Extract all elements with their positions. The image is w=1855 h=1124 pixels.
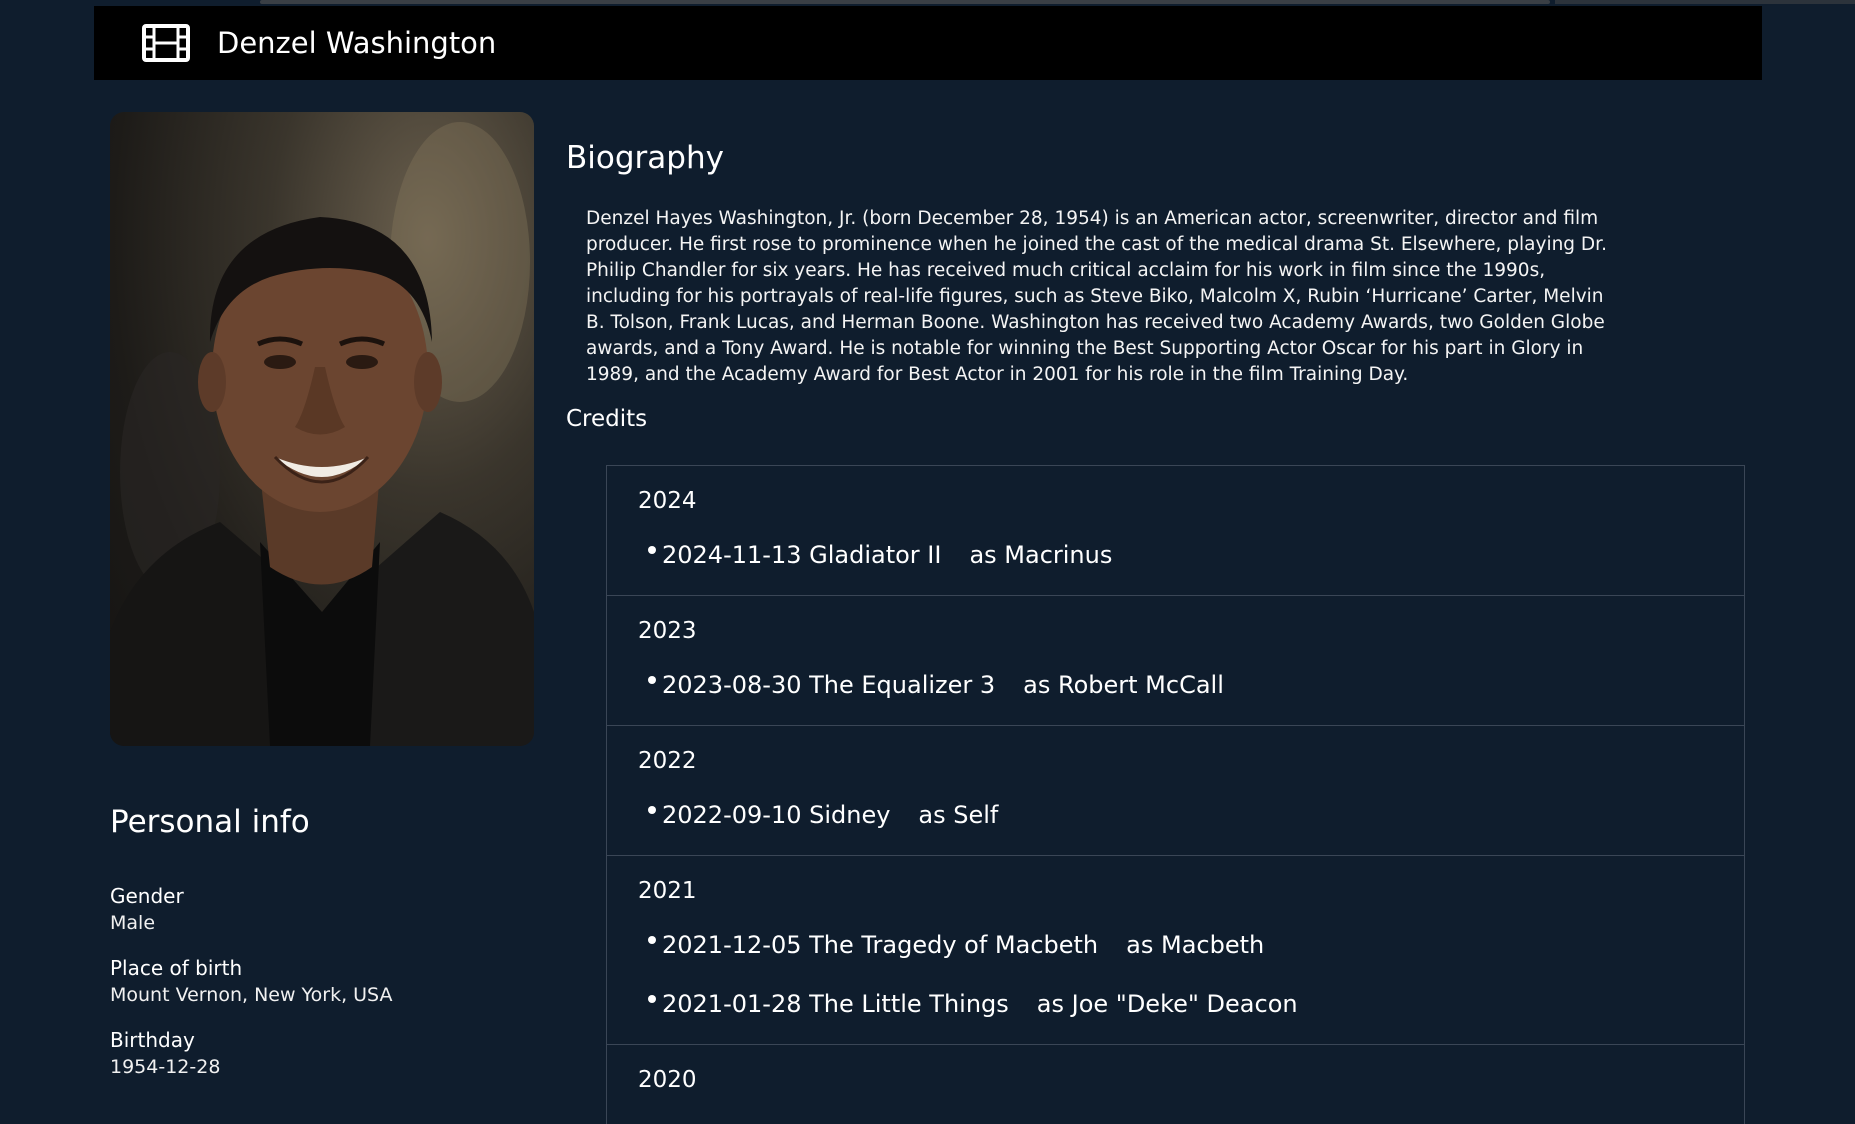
credit-role: as Joe "Deke" Deacon [1036,989,1298,1018]
credits-year-group: 2021 2021-12-05 The Tragedy of Macbeth a… [606,855,1745,1044]
film-icon[interactable] [142,24,190,62]
year-label: 2021 [638,878,697,904]
credit-title[interactable]: 2022-09-10 Sidney [662,801,890,829]
credit-item[interactable]: 2024-11-13 Gladiator II as Macrinus [638,536,1744,573]
credit-title[interactable]: 2021-12-05 The Tragedy of Macbeth [662,931,1098,959]
credit-role: as Self [918,800,999,829]
main-content: Biography Denzel Hayes Washington, Jr. (… [566,140,1746,1124]
info-birthday: Birthday 1954-12-28 [110,1028,535,1078]
credits-year-group: 2024 2024-11-13 Gladiator II as Macrinus [606,465,1745,595]
sidebar: Personal info Gender Male Place of birth… [110,112,535,1100]
horizontal-scrollbar[interactable] [260,0,1550,4]
credits-list: 2024 2024-11-13 Gladiator II as Macrinus… [606,465,1745,1124]
bullet-icon [648,994,656,1003]
scrollbar-track [1555,0,1855,4]
biography-heading: Biography [566,140,724,176]
window-top-bar [0,0,1855,5]
credit-role: as Macrinus [969,540,1113,569]
credits-year-group: 2020 [606,1044,1745,1124]
personal-info-list: Gender Male Place of birth Mount Vernon,… [110,884,535,1078]
credits-heading: Credits [566,406,648,432]
info-label: Gender [110,884,184,908]
bullet-icon [648,935,656,944]
credit-item[interactable]: 2021-12-05 The Tragedy of Macbeth as Mac… [638,926,1744,963]
site-title[interactable]: Denzel Washington [217,26,496,60]
bullet-icon [648,805,656,814]
info-value: 1954-12-28 [110,1056,221,1078]
credit-title[interactable]: 2024-11-13 Gladiator II [662,541,941,569]
bullet-icon [648,545,656,554]
credit-item[interactable]: 2023-08-30 The Equalizer 3 as Robert McC… [638,666,1744,703]
credit-item[interactable]: 2022-09-10 Sidney as Self [638,796,1744,833]
navbar: Denzel Washington [94,6,1762,80]
credit-title[interactable]: 2023-08-30 The Equalizer 3 [662,671,995,699]
year-label: 2023 [638,618,697,644]
info-label: Place of birth [110,956,243,980]
year-label: 2022 [638,748,697,774]
credit-role: as Macbeth [1126,930,1265,959]
biography-text: Denzel Hayes Washington, Jr. (born Decem… [586,208,1607,385]
profile-photo [110,112,534,746]
bullet-icon [648,675,656,684]
info-value: Male [110,912,156,934]
info-label: Birthday [110,1028,195,1052]
credit-item[interactable]: 2021-01-28 The Little Things as Joe "Dek… [638,985,1744,1022]
info-place-of-birth: Place of birth Mount Vernon, New York, U… [110,956,535,1006]
year-label: 2024 [638,488,697,514]
info-value: Mount Vernon, New York, USA [110,984,393,1006]
credit-title[interactable]: 2021-01-28 The Little Things [662,990,1009,1018]
credits-year-group: 2022 2022-09-10 Sidney as Self [606,725,1745,855]
info-gender: Gender Male [110,884,535,934]
credits-year-group: 2023 2023-08-30 The Equalizer 3 as Rober… [606,595,1745,725]
credit-role: as Robert McCall [1023,670,1224,699]
year-label: 2020 [638,1067,697,1093]
personal-info-heading: Personal info [110,804,310,840]
